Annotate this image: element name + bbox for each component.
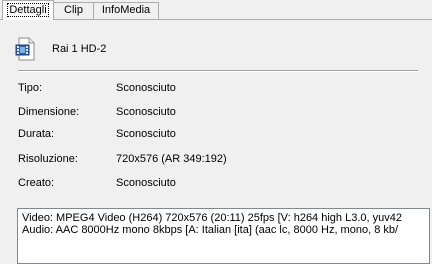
tab-clip[interactable]: Clip (53, 2, 94, 19)
property-label: Dimensione: (18, 106, 80, 118)
property-value: Sconosciuto (116, 106, 176, 118)
property-value: 720x576 (AR 349:192) (116, 153, 227, 165)
property-label: Risoluzione: (18, 153, 78, 165)
file-name: Rai 1 HD-2 (52, 43, 107, 55)
tab-dettagli[interactable]: Dettagli (2, 0, 54, 20)
tab-infomedia-label: InfoMedia (101, 4, 151, 16)
property-value: Sconosciuto (116, 177, 176, 189)
property-row-dimensione: Dimensione: Sconosciuto (18, 106, 418, 120)
details-panel: Rai 1 HD-2 Tipo: Sconosciuto Dimensione:… (0, 20, 432, 264)
property-row-tipo: Tipo: Sconosciuto (18, 82, 418, 96)
file-header: Rai 1 HD-2 (14, 34, 106, 64)
property-label: Durata: (18, 128, 55, 140)
property-row-durata: Durata: Sconosciuto (18, 128, 418, 142)
mediainfo-textbox[interactable]: Video: MPEG4 Video (H264) 720x576 (20:11… (17, 208, 430, 264)
tab-clip-label: Clip (64, 4, 83, 16)
tab-strip: Dettagli Clip InfoMedia (0, 0, 432, 20)
property-row-creato: Creato: Sconosciuto (18, 177, 418, 191)
tab-infomedia[interactable]: InfoMedia (93, 2, 159, 19)
property-label: Creato: (18, 177, 55, 189)
mediainfo-audio-line: Audio: AAC 8000Hz mono 8kbps [A: Italian… (22, 224, 399, 236)
property-row-risoluzione: Risoluzione: 720x576 (AR 349:192) (18, 153, 418, 167)
property-value: Sconosciuto (116, 128, 176, 140)
property-label: Tipo: (18, 82, 43, 94)
mediainfo-video-line: Video: MPEG4 Video (H264) 720x576 (20:11… (22, 212, 402, 224)
header-divider (18, 70, 418, 72)
video-file-icon (14, 36, 38, 62)
tab-dettagli-label: Dettagli (7, 3, 49, 17)
property-value: Sconosciuto (116, 82, 176, 94)
tab-baseline (0, 19, 432, 20)
